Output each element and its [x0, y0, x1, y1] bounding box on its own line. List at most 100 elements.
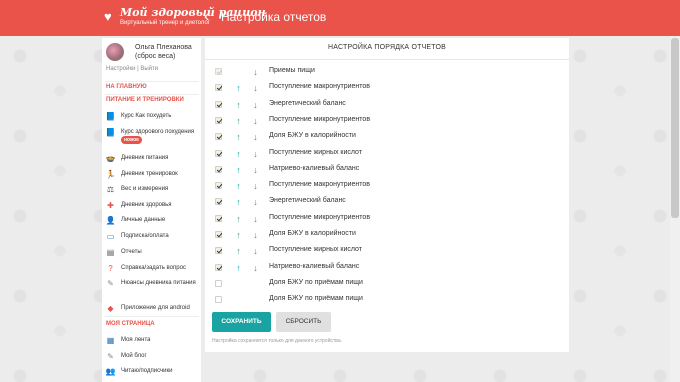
report-label: Энергетический баланс: [269, 197, 346, 205]
move-up-icon[interactable]: ↑: [234, 165, 243, 175]
sidebar-item[interactable]: ✎ Нюансы дневника питания: [105, 278, 200, 298]
sidebar-item[interactable]: 🍲 Дневник питания: [105, 153, 200, 165]
move-down-icon[interactable]: ↓: [251, 83, 260, 93]
report-checkbox[interactable]: [215, 263, 222, 271]
move-down-icon[interactable]: ↓: [251, 132, 260, 142]
move-down-icon[interactable]: ↓: [251, 116, 260, 126]
settings-link[interactable]: Настройки: [106, 66, 135, 72]
panel-title: НАСТРОЙКА ПОРЯДКА ОТЧЕТОВ: [328, 44, 446, 51]
report-row: ↑ ↓ Поступление микронутриентов: [213, 212, 563, 226]
card-icon: ▭: [106, 232, 115, 241]
sidebar-item-label: Дневник здоровья: [121, 202, 172, 208]
move-down-icon[interactable]: ↓: [251, 197, 260, 207]
report-label: Доля БЖУ в калорийности: [269, 230, 356, 237]
move-down-icon[interactable]: ↓: [251, 246, 260, 256]
move-up-icon[interactable]: ↑: [234, 149, 243, 159]
sidebar-item[interactable]: 👤 Личные данные: [105, 215, 200, 227]
sidebar-item[interactable]: ▦ Моя лента: [105, 335, 200, 347]
report-checkbox[interactable]: [215, 214, 222, 222]
heart-logo-icon: ♥: [104, 9, 112, 24]
reset-button[interactable]: СБРОСИТЬ: [276, 312, 331, 332]
sidebar-item-label: Нюансы дневника питания: [121, 280, 196, 286]
report-label: Поступление микронутриентов: [269, 213, 371, 221]
sidebar-item[interactable]: ◆ Приложение для android: [105, 303, 200, 315]
move-up-icon[interactable]: ↑: [234, 181, 243, 191]
report-label: Поступление макронутриентов: [269, 181, 371, 189]
home-link[interactable]: НА ГЛАВНУЮ: [106, 84, 147, 90]
move-up-icon[interactable]: ↑: [234, 83, 243, 93]
report-checkbox[interactable]: [215, 84, 222, 92]
move-up-icon[interactable]: ↑: [234, 132, 243, 142]
sidebar-item-label: Отчеты: [121, 249, 142, 255]
save-button[interactable]: СОХРАНИТЬ: [212, 312, 271, 332]
report-checkbox[interactable]: [215, 149, 222, 157]
profile-links: Настройки | Выйти: [106, 66, 158, 72]
scale-icon: ⚖: [106, 185, 115, 194]
user-name[interactable]: Ольга Плеханова (сброс веса): [135, 43, 199, 61]
report-row: ↑ ↓ Натриево-калиевый баланс: [213, 261, 563, 275]
sidebar-item[interactable]: ▭ Подписка/оплата: [105, 231, 200, 243]
report-checkbox[interactable]: [215, 116, 222, 124]
sidebar-item-label: Приложение для android: [121, 305, 190, 311]
sidebar-item[interactable]: 🏃 Дневник тренировок: [105, 169, 200, 181]
move-down-icon[interactable]: ↓: [251, 230, 260, 240]
report-checkbox[interactable]: [215, 100, 222, 108]
profile-block: Ольга Плеханова (сброс веса) Настройки |…: [102, 38, 201, 81]
report-row: ↑ ↓ Поступление макронутриентов: [213, 81, 563, 95]
book-icon: 📘: [105, 128, 116, 137]
report-row: ↑ ↓ Поступление макронутриентов: [213, 179, 563, 193]
report-checkbox[interactable]: [215, 133, 222, 141]
report-checkbox[interactable]: [215, 182, 222, 190]
move-up-icon[interactable]: ↑: [234, 116, 243, 126]
move-down-icon[interactable]: ↓: [251, 214, 260, 224]
divider: [105, 81, 199, 82]
move-up-icon[interactable]: ↑: [234, 197, 243, 207]
sidebar-item[interactable]: 👥 Читаю/подписчики: [105, 366, 200, 378]
move-up-icon[interactable]: ↑: [234, 100, 243, 110]
sidebar-item[interactable]: ▤ Отчеты: [105, 247, 200, 259]
sidebar-item[interactable]: ⚖ Вес и измерения: [105, 184, 200, 196]
sidebar-item[interactable]: 📘 Курс здорового похудения новое: [105, 127, 200, 147]
sidebar-item-label: Справка/задать вопрос: [121, 265, 186, 271]
scrollbar[interactable]: [670, 36, 680, 382]
move-up-icon[interactable]: ↑: [234, 230, 243, 240]
scroll-thumb[interactable]: [671, 38, 679, 218]
sidebar-item-label: Мой блог: [121, 353, 147, 359]
panel-divider: [205, 59, 569, 60]
logout-link[interactable]: Выйти: [140, 66, 158, 72]
report-checkbox[interactable]: [215, 231, 222, 238]
report-checkbox[interactable]: [215, 247, 222, 255]
avatar[interactable]: [106, 43, 124, 61]
sidebar-item-label: Вес и измерения: [121, 186, 169, 192]
move-down-icon[interactable]: ↓: [251, 181, 260, 191]
report-checkbox[interactable]: [215, 296, 222, 304]
sidebar-item[interactable]: ? Справка/задать вопрос: [105, 263, 200, 275]
sidebar-item[interactable]: ✚ Дневник здоровья: [105, 200, 200, 212]
move-down-icon[interactable]: ↓: [251, 165, 260, 175]
move-down-icon[interactable]: ↓: [251, 263, 260, 273]
report-label: Натриево-калиевый баланс: [269, 164, 360, 172]
move-down-icon[interactable]: ↓: [251, 67, 260, 77]
report-checkbox[interactable]: [215, 198, 222, 206]
report-checkbox[interactable]: [215, 279, 222, 287]
move-up-icon[interactable]: ↑: [234, 263, 243, 273]
report-label: Приемы пищи: [269, 67, 315, 74]
sidebar-item-label: Курс здорового похудения новое: [121, 129, 195, 144]
food-icon: 🍲: [105, 154, 116, 163]
report-row: ↑ ↓ Энергетический баланс: [213, 195, 563, 209]
section-my-page: МОЯ СТРАНИЦА: [106, 321, 155, 327]
chevron-left-icon[interactable]: ‹: [204, 8, 216, 26]
sidebar-item[interactable]: 📘 Курс Как похудеть: [105, 111, 200, 123]
move-up-icon[interactable]: ↑: [234, 246, 243, 256]
report-checkbox[interactable]: [215, 165, 222, 173]
chart-icon: ▤: [106, 248, 115, 257]
sidebar-item-label: Дневник тренировок: [121, 171, 178, 177]
move-down-icon[interactable]: ↓: [251, 100, 260, 110]
move-up-icon[interactable]: ↑: [234, 214, 243, 224]
report-label: Поступление макронутриентов: [269, 83, 371, 91]
move-down-icon[interactable]: ↓: [251, 149, 260, 159]
report-row: ↑ ↓ Поступление микронутриентов: [213, 114, 563, 128]
report-row: ↑ ↓ Поступление жирных кислот: [213, 244, 563, 258]
sidebar-item[interactable]: ✎ Мой блог: [105, 351, 200, 363]
report-checkbox: [215, 68, 222, 75]
